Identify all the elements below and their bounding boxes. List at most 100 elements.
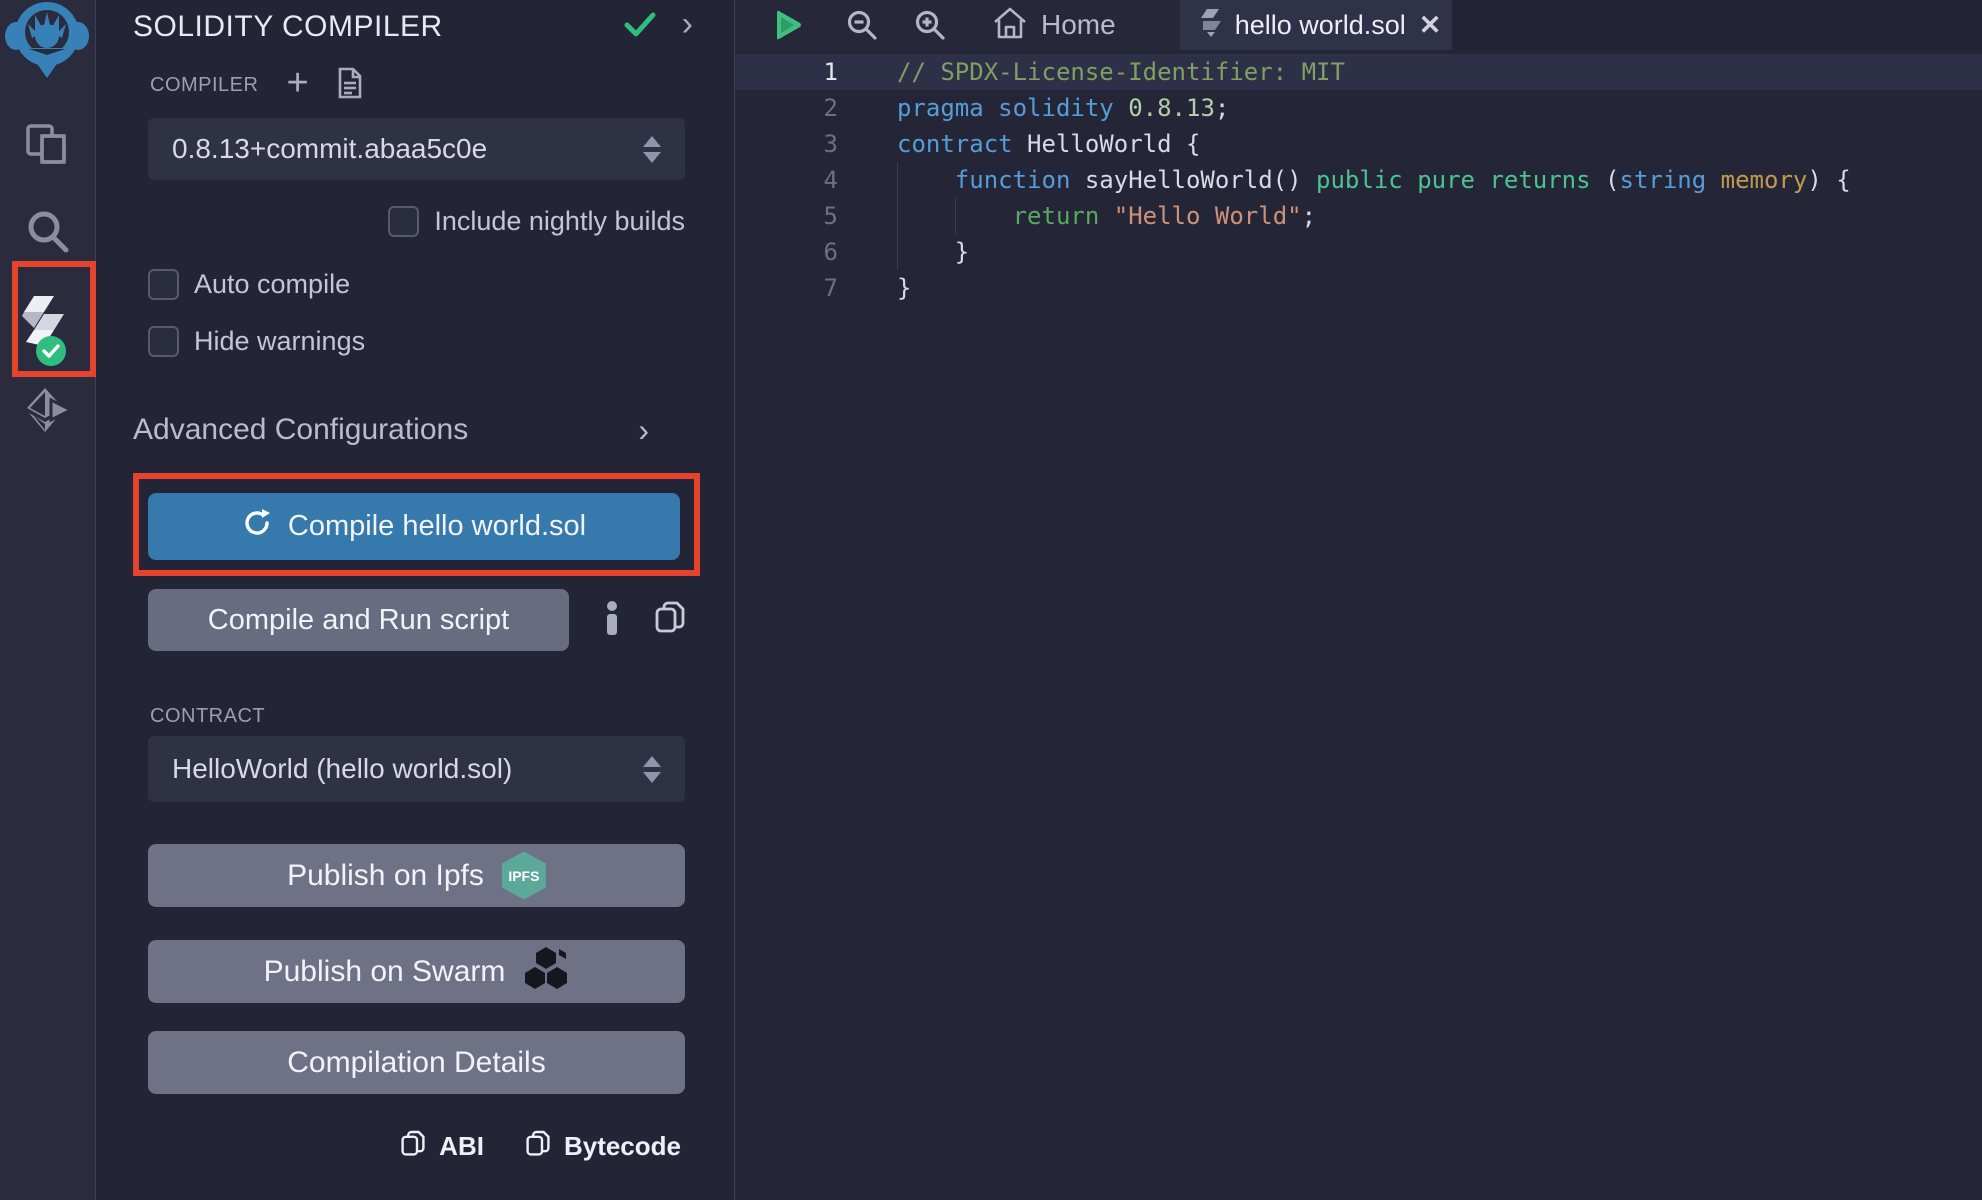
code-token: 0.8.13 — [1128, 94, 1215, 122]
compilation-details-button[interactable]: Compilation Details — [148, 1031, 685, 1094]
code-line-text: function sayHelloWorld() public pure ret… — [897, 162, 1851, 198]
code-token: pragma — [897, 94, 984, 122]
code-token: pure — [1417, 166, 1475, 194]
code-line-text: pragma solidity 0.8.13; — [897, 90, 1229, 126]
compiler-doc-icon[interactable] — [337, 67, 363, 104]
compile-button-label: Compile hello world.sol — [288, 510, 586, 543]
copy-bytecode-icon[interactable] — [526, 1130, 550, 1163]
compile-success-badge-icon — [36, 336, 66, 366]
file-explorer-icon[interactable] — [0, 122, 96, 168]
publish-ipfs-label: Publish on Ipfs — [287, 859, 484, 893]
code-token: returns — [1489, 166, 1590, 194]
tab-hello-world-sol[interactable]: hello world.sol ✕ — [1180, 0, 1452, 50]
solidity-compiler-panel: SOLIDITY COMPILER › COMPILER + 0.8.13+co… — [96, 0, 735, 1200]
code-token — [984, 94, 998, 122]
code-token: ) { — [1807, 166, 1850, 194]
code-token: contract — [897, 130, 1013, 158]
copy-script-icon[interactable] — [655, 601, 685, 640]
code-line[interactable]: 1 // SPDX-License-Identifier: MIT — [735, 54, 1982, 90]
code-token — [1706, 166, 1720, 194]
compilation-details-label: Compilation Details — [287, 1046, 545, 1080]
publish-swarm-label: Publish on Swarm — [264, 955, 506, 989]
include-nightly-checkbox[interactable] — [388, 206, 419, 237]
contract-section-label: CONTRACT — [150, 705, 693, 728]
compile-and-run-button[interactable]: Compile and Run script — [148, 589, 569, 651]
code-line-text: // SPDX-License-Identifier: MIT — [897, 54, 1345, 90]
play-icon[interactable] — [774, 9, 802, 41]
copy-abi-icon[interactable] — [401, 1130, 425, 1163]
zoom-in-icon[interactable] — [914, 9, 946, 41]
info-icon[interactable] — [605, 601, 619, 640]
swarm-icon — [523, 945, 569, 999]
code-token: sayHelloWorld() — [1070, 166, 1316, 194]
code-token — [1403, 166, 1417, 194]
line-number: 3 — [735, 126, 838, 162]
indent-guide — [955, 198, 956, 234]
advanced-configurations-label: Advanced Configurations — [133, 413, 468, 447]
hide-warnings-label[interactable]: Hide warnings — [194, 326, 365, 357]
panel-expand-chevron-icon[interactable]: › — [682, 7, 693, 41]
compile-run-row: Compile and Run script — [148, 589, 693, 651]
code-line-text: contract HelloWorld { — [897, 126, 1200, 162]
include-nightly-label[interactable]: Include nightly builds — [434, 206, 685, 237]
code-token: public — [1316, 166, 1403, 194]
remix-ide-window: SOLIDITY COMPILER › COMPILER + 0.8.13+co… — [0, 0, 1982, 1200]
code-line-text: return "Hello World"; — [897, 198, 1316, 234]
compiler-section-header: COMPILER + — [150, 66, 693, 104]
code-token — [897, 166, 955, 194]
code-token: } — [897, 274, 911, 302]
code-token: memory — [1721, 166, 1808, 194]
include-nightly-row: Include nightly builds — [148, 206, 685, 237]
auto-compile-label[interactable]: Auto compile — [194, 269, 350, 300]
line-number: 5 — [735, 198, 838, 234]
tab-home[interactable]: Home — [986, 0, 1122, 50]
code-line[interactable]: 2 pragma solidity 0.8.13; — [735, 90, 1982, 126]
bytecode-label[interactable]: Bytecode — [564, 1131, 681, 1162]
publish-swarm-button[interactable]: Publish on Swarm — [148, 940, 685, 1003]
code-line[interactable]: 3 contract HelloWorld { — [735, 126, 1982, 162]
auto-compile-checkbox[interactable] — [148, 269, 179, 300]
hide-warnings-row: Hide warnings — [148, 326, 693, 357]
code-line-text: } — [897, 270, 911, 306]
deploy-run-icon[interactable] — [0, 386, 96, 434]
code-line[interactable]: 6 } — [735, 234, 1982, 270]
solidity-file-icon — [1200, 8, 1222, 43]
contract-select[interactable]: HelloWorld (hello world.sol) — [148, 736, 685, 802]
code-line[interactable]: 4 function sayHelloWorld() public pure r… — [735, 162, 1982, 198]
solidity-compiler-icon[interactable] — [0, 292, 96, 358]
tab-file-label: hello world.sol — [1235, 10, 1406, 41]
auto-compile-row: Auto compile — [148, 269, 693, 300]
code-token: function — [955, 166, 1071, 194]
ipfs-icon: IPFS — [502, 852, 546, 900]
search-icon[interactable] — [0, 208, 96, 254]
line-number: 2 — [735, 90, 838, 126]
panel-title: SOLIDITY COMPILER — [133, 10, 443, 44]
line-number: 1 — [735, 54, 838, 90]
add-compiler-icon[interactable]: + — [286, 64, 308, 102]
close-tab-icon[interactable]: ✕ — [1419, 10, 1442, 41]
line-number: 6 — [735, 234, 838, 270]
home-icon — [992, 6, 1028, 45]
publish-ipfs-button[interactable]: Publish on Ipfs IPFS — [148, 844, 685, 907]
compile-refresh-icon — [242, 508, 272, 546]
line-number: 7 — [735, 270, 838, 306]
compiler-section-label: COMPILER — [150, 74, 258, 97]
code-line[interactable]: 7} — [735, 270, 1982, 306]
abi-label[interactable]: ABI — [439, 1131, 484, 1162]
zoom-out-icon[interactable] — [846, 9, 878, 41]
code-token: } — [897, 238, 969, 266]
code-line-text: } — [897, 234, 969, 270]
code-line[interactable]: 5 return "Hello World"; — [735, 198, 1982, 234]
advanced-configurations-toggle[interactable]: Advanced Configurations › — [137, 413, 693, 447]
line-number: 4 — [735, 162, 838, 198]
compiler-version-select[interactable]: 0.8.13+commit.abaa5c0e — [148, 118, 685, 180]
select-arrows-icon — [643, 136, 661, 163]
code-token: "Hello World" — [1114, 202, 1302, 230]
remix-logo-icon[interactable] — [4, 0, 90, 82]
compiled-check-icon — [624, 12, 656, 43]
hide-warnings-checkbox[interactable] — [148, 326, 179, 357]
code-token — [1099, 202, 1113, 230]
indent-guide — [897, 162, 898, 198]
compile-button[interactable]: Compile hello world.sol — [148, 493, 680, 560]
tabbar-left-group: Home hello world.sol ✕ — [735, 0, 1452, 50]
